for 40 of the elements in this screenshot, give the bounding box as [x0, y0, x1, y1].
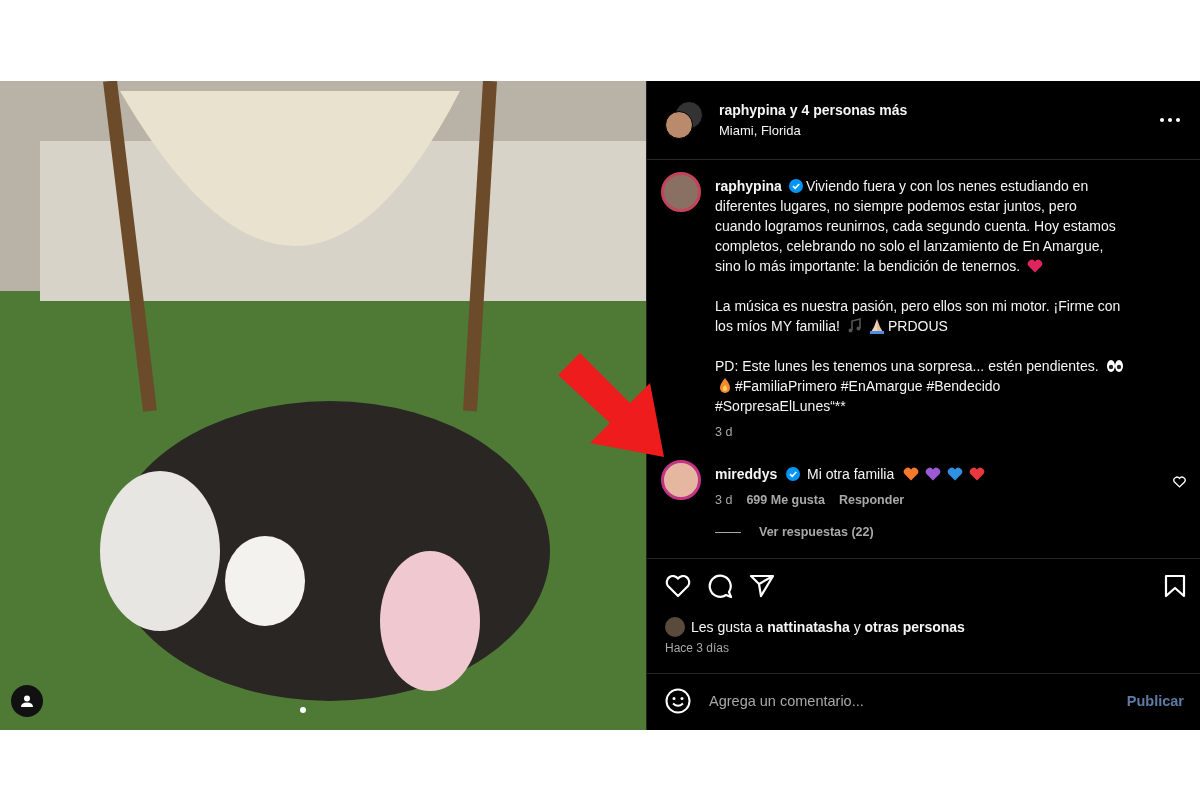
comment-text: Mi otra familia: [807, 466, 895, 482]
comment-time: 3 d: [715, 492, 733, 509]
reply-link[interactable]: Responder: [838, 490, 905, 510]
post-author[interactable]: raphypina y 4 personas más: [719, 102, 1146, 118]
username[interactable]: mireddys: [715, 466, 778, 482]
likes-summary[interactable]: Les gusta a nattinatasha y otras personas: [691, 619, 965, 635]
username[interactable]: raphypina: [715, 176, 782, 196]
caption-text: los míos MY familia!: [715, 317, 840, 336]
caption-text: completos, celebrando no solo el lanzamiento de En Amargue,: [715, 237, 1104, 256]
publish-button[interactable]: Publicar: [1126, 693, 1184, 709]
caption-text: La música es nuestra pasión, pero ellos son mi motor. ¡Firme con: [715, 297, 1121, 316]
person-icon: [20, 694, 34, 708]
music-notes-icon: [847, 318, 863, 334]
post-time: 3 d: [715, 424, 733, 441]
caption-text: #SorpresaElLunes“**: [715, 397, 846, 416]
like-icon[interactable]: [1173, 476, 1186, 488]
avatar[interactable]: [661, 460, 701, 500]
caption-text: Viviendo fuera y con los nenes estudiando en: [805, 177, 1089, 196]
share-icon[interactable]: [749, 574, 775, 598]
like-count[interactable]: 699 Me gusta: [746, 490, 825, 510]
comment-input[interactable]: Agrega un comentario...: [707, 692, 1111, 710]
caption-text: PRDOUS: [888, 317, 948, 336]
avatar-group[interactable]: [663, 99, 705, 141]
like-icon[interactable]: [665, 574, 691, 598]
caption-text: #FamiliaPrimero #EnAmargue #Bendecido: [735, 377, 1001, 396]
comment-icon[interactable]: [707, 573, 733, 599]
caption-text: sino lo más importante: la bendición de tenernos.: [715, 257, 1021, 276]
more-options-icon[interactable]: [1160, 118, 1180, 122]
caption-text: PD: Este lunes les tenemos una sorpresa... estén pendientes.: [715, 357, 1099, 376]
post-date: Hace 3 días: [647, 637, 1200, 674]
bookmark-icon[interactable]: [1164, 574, 1186, 598]
carousel-dot[interactable]: [300, 707, 306, 713]
flame-icon: [718, 378, 732, 394]
location-link[interactable]: Miami, Florida: [719, 123, 1146, 138]
caption-text: diferentes lugares, no siempre podemos estar juntos, pero: [715, 197, 1077, 216]
caption-text: cuando logramos reunirnos, cada segundo cuenta. Hoy estamos: [715, 217, 1116, 236]
praying-hands-icon: [869, 318, 885, 334]
view-replies-link[interactable]: Ver respuestas (22): [759, 522, 874, 542]
eyes-icon: [1105, 359, 1124, 373]
emoji-icon[interactable]: [665, 688, 691, 714]
